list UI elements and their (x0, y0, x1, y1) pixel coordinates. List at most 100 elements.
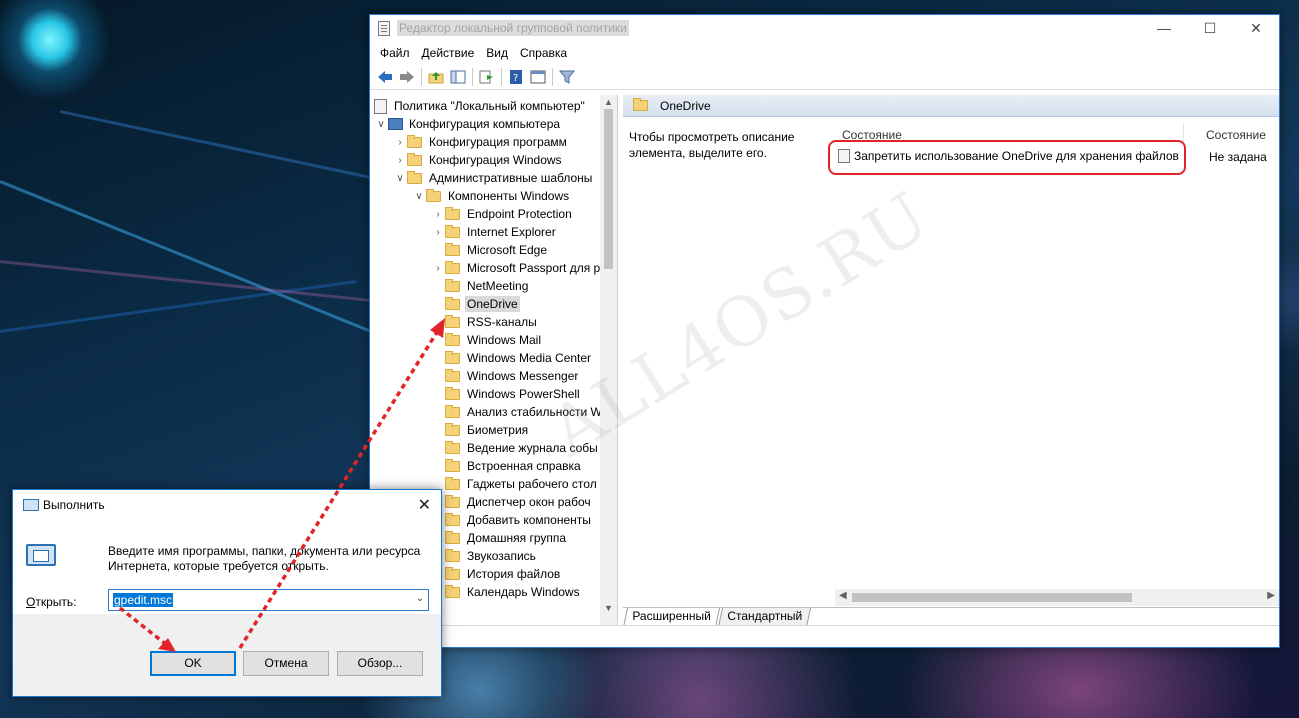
tree-item-label: Звукозапись (467, 549, 536, 563)
toolbar-separator (501, 67, 502, 86)
ok-button[interactable]: OK (150, 651, 236, 676)
tree-item[interactable]: › Microsoft Passport для р (431, 259, 602, 277)
tree-item-label: Политика "Локальный компьютер" (394, 99, 585, 113)
chevron-down-icon[interactable]: ∨ (374, 119, 388, 130)
tree-item[interactable]: ∨ Административные шаблоны (393, 169, 594, 187)
close-button[interactable]: ✕ (1233, 15, 1279, 42)
open-combobox[interactable]: gpedit.msc ⌄ (108, 589, 429, 611)
tree-item-label: Microsoft Edge (467, 243, 548, 257)
filter-button[interactable] (556, 67, 578, 87)
scroll-down-arrow-icon[interactable]: ▼ (600, 603, 617, 613)
tree-item-label: Административные шаблоны (429, 171, 593, 185)
tree-item[interactable]: › Internet Explorer (431, 223, 558, 241)
folder-icon (445, 206, 460, 220)
details-header: OneDrive (623, 95, 1279, 117)
tree-item[interactable]: История файлов (431, 565, 562, 583)
chevron-right-icon[interactable]: › (431, 227, 445, 238)
properties-button[interactable] (527, 67, 549, 87)
policy-setting-icon (838, 149, 850, 163)
help-button[interactable]: ? (505, 67, 527, 87)
chevron-right-icon[interactable]: › (393, 155, 407, 166)
tree-item[interactable]: Календарь Windows (431, 583, 582, 601)
tree-item[interactable]: NetMeeting (431, 277, 530, 295)
scroll-left-arrow-icon[interactable]: ◀ (839, 590, 847, 601)
menu-help[interactable]: Справка (514, 46, 573, 60)
policy-setting-label[interactable]: Запретить использование OneDrive для хра… (854, 149, 1179, 163)
tree-item[interactable]: Windows Media Center (431, 349, 593, 367)
status-bar (370, 625, 1279, 647)
tree-item-label: Конфигурация компьютера (409, 117, 561, 131)
tree-item[interactable]: › Endpoint Protection (431, 205, 574, 223)
menu-file[interactable]: Файл (374, 46, 416, 60)
folder-up-icon (428, 71, 444, 83)
show-hide-tree-button[interactable] (447, 67, 469, 87)
menu-action[interactable]: Действие (416, 46, 481, 60)
tree-item[interactable]: Гаджеты рабочего стол (431, 475, 599, 493)
tree-item[interactable]: Политика "Локальный компьютер" (370, 97, 587, 115)
minimize-button[interactable]: — (1141, 15, 1187, 42)
maximize-button[interactable]: ☐ (1187, 15, 1233, 42)
gp-title-bar[interactable]: Редактор локальной групповой политики — … (370, 15, 1279, 42)
tree-item[interactable]: Windows Messenger (431, 367, 580, 385)
chevron-right-icon[interactable]: › (431, 263, 445, 274)
tree-item[interactable]: Добавить компоненты (431, 511, 593, 529)
scroll-up-arrow-icon[interactable]: ▲ (600, 97, 617, 107)
tree-item[interactable]: RSS-каналы (431, 313, 539, 331)
tree-item-label: Домашняя группа (467, 531, 567, 545)
tree-item[interactable]: › Конфигурация программ (393, 133, 569, 151)
back-button[interactable] (374, 67, 396, 87)
tree-item[interactable]: Домашняя группа (431, 529, 568, 547)
run-close-icon[interactable]: ✕ (418, 495, 431, 515)
toolbar-separator (472, 67, 473, 86)
column-header-state[interactable]: Состояние (1206, 128, 1266, 142)
tree-item-label: Биометрия (467, 423, 529, 437)
tree-item-label: Конфигурация программ (429, 135, 567, 149)
run-title-bar[interactable]: Выполнить ✕ (13, 490, 441, 520)
tree-item[interactable]: Встроенная справка (431, 457, 583, 475)
help-icon: ? (510, 69, 522, 84)
open-label: Открыть: (26, 595, 77, 609)
tree-item-label: RSS-каналы (467, 315, 537, 329)
tree-item[interactable]: Windows Mail (431, 331, 543, 349)
scroll-thumb[interactable] (852, 593, 1132, 602)
scroll-right-arrow-icon[interactable]: ▶ (1267, 590, 1275, 601)
menu-view[interactable]: Вид (480, 46, 514, 60)
folder-icon (426, 188, 441, 202)
folder-icon (445, 584, 460, 598)
svg-text:?: ? (513, 73, 518, 84)
chevron-down-icon[interactable]: ⌄ (416, 593, 424, 604)
chevron-down-icon[interactable]: ∨ (412, 191, 426, 202)
tree-item[interactable]: › Конфигурация Windows (393, 151, 564, 169)
tree-item-label: Endpoint Protection (467, 207, 572, 221)
export-list-button[interactable] (476, 67, 498, 87)
tree-item-label: OneDrive (465, 296, 520, 312)
folder-icon (445, 296, 460, 310)
folder-icon (445, 404, 460, 418)
column-divider[interactable] (1183, 123, 1184, 143)
tree-item[interactable]: Microsoft Edge (431, 241, 549, 259)
tree-item[interactable]: ∨ Компоненты Windows (412, 187, 571, 205)
policy-setting-row[interactable]: Запретить использование OneDrive для хра… (838, 149, 1179, 163)
cancel-button[interactable]: Отмена (243, 651, 329, 676)
run-description: Введите имя программы, папки, документа … (108, 544, 421, 573)
details-horizontal-scrollbar[interactable]: ◀ ▶ (835, 589, 1279, 606)
forward-button[interactable] (396, 67, 418, 87)
run-icon (23, 499, 39, 511)
toolbar: ? (370, 64, 1279, 90)
scroll-thumb[interactable] (604, 109, 613, 269)
chevron-down-icon[interactable]: ∨ (393, 173, 407, 184)
console-tree-icon (450, 70, 466, 83)
up-level-button[interactable] (425, 67, 447, 87)
folder-icon (445, 314, 460, 328)
folder-icon (407, 152, 422, 166)
tree-item[interactable]: ∨ Конфигурация компьютера (374, 115, 562, 133)
browse-button[interactable]: Обзор... (337, 651, 423, 676)
tree-item[interactable]: Биометрия (431, 421, 530, 439)
open-input-value[interactable]: gpedit.msc (113, 593, 174, 607)
chevron-right-icon[interactable]: › (393, 137, 407, 148)
toolbar-separator (421, 67, 422, 86)
tree-item[interactable]: Звукозапись (431, 547, 538, 565)
chevron-right-icon[interactable]: › (431, 209, 445, 220)
tree-item[interactable]: Диспетчер окон рабоч (431, 493, 593, 511)
tree-item[interactable]: OneDrive (431, 295, 520, 313)
